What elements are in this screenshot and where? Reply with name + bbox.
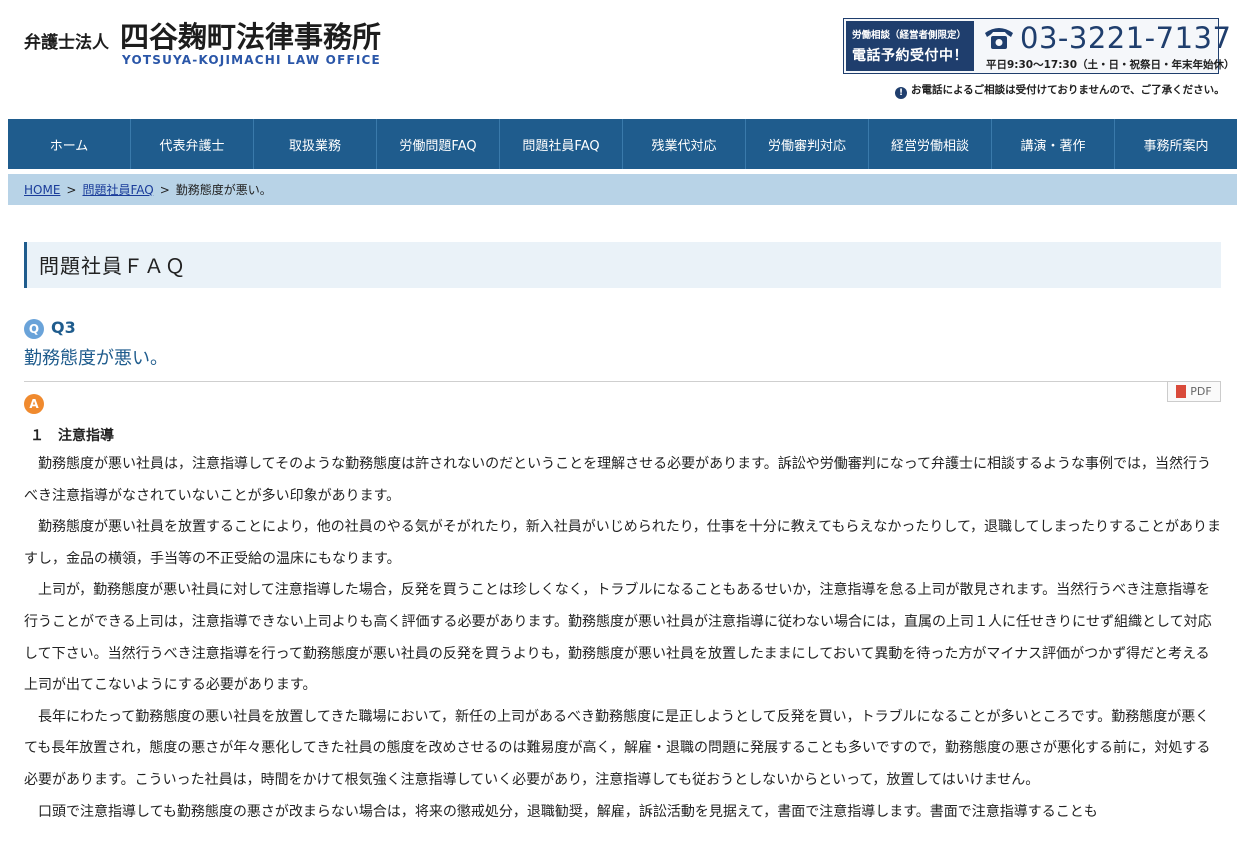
nav-item-representative[interactable]: 代表弁護士 (131, 119, 254, 169)
phone-badge-line1: 労働相談（経営者側限定） (852, 30, 967, 41)
phone-number[interactable]: 03-3221-7137 (1020, 21, 1231, 55)
answer-heading: １ 注意指導 (30, 428, 114, 444)
phone-hours: 平日9:30〜17:30（土・日・祝祭日・年末年始休） (986, 59, 1235, 71)
nav-item-labor-tribunal[interactable]: 労働審判対応 (746, 119, 869, 169)
main-nav: ホーム 代表弁護士 取扱業務 労働問題FAQ 問題社員FAQ 残業代対応 労働審… (8, 119, 1237, 169)
answer-body: 勤務態度が悪い社員は，注意指導してそのような勤務態度は許されないのだということを… (24, 449, 1221, 828)
answer-paragraph: 長年にわたって勤務態度の悪い社員を放置してきた職場において，新任の上司があるべき… (24, 708, 1211, 788)
phone-reservation-banner: 労働相談（経営者側限定） 電話予約受付中！ 03-3221-7137 平日9:3… (843, 18, 1235, 74)
pdf-icon (1176, 385, 1187, 398)
nav-item-management-consulting[interactable]: 経営労働相談 (869, 119, 992, 169)
section-title-text: 問題社員ＦＡＱ (39, 254, 186, 278)
answer-paragraph: 上司が，勤務態度が悪い社員に対して注意指導した場合，反発を買うことは珍しくなく，… (24, 582, 1212, 694)
nav-item-lectures[interactable]: 講演・著作 (992, 119, 1115, 169)
telephone-icon (985, 28, 1013, 49)
answer-icon: A (24, 394, 44, 414)
nav-item-overtime[interactable]: 残業代対応 (623, 119, 746, 169)
breadcrumb-separator: > (159, 182, 170, 197)
logo-prefix: 弁護士法人 (24, 33, 109, 53)
phone-note-text: お電話によるご相談は受付けておりませんので、ご了承ください。 (911, 84, 1225, 96)
breadcrumb-current: 勤務態度が悪い。 (175, 183, 272, 197)
exclamation-icon: ! (895, 87, 907, 99)
nav-item-services[interactable]: 取扱業務 (254, 119, 377, 169)
nav-item-labor-faq[interactable]: 労働問題FAQ (377, 119, 500, 169)
logo-main: 四谷麹町法律事務所 (120, 20, 382, 54)
answer-paragraph: 口頭で注意指導しても勤務態度の悪さが改まらない場合は，将来の懲戒処分，退職勧奨，… (38, 803, 1098, 820)
nav-item-problem-employee-faq[interactable]: 問題社員FAQ (500, 119, 623, 169)
breadcrumb-home[interactable]: HOME (24, 183, 60, 197)
answer-paragraph: 勤務態度が悪い社員は，注意指導してそのような勤務態度は許されないのだということを… (24, 456, 1212, 504)
nav-item-home[interactable]: ホーム (8, 119, 131, 169)
divider (24, 381, 1221, 382)
breadcrumb: HOME > 問題社員FAQ > 勤務態度が悪い。 (8, 174, 1237, 205)
answer-paragraph: 勤務態度が悪い社員を放置することにより，他の社員のやる気がそがれたり，新入社員が… (24, 519, 1221, 567)
phone-badge: 労働相談（経営者側限定） 電話予約受付中！ (846, 21, 974, 71)
breadcrumb-separator: > (66, 182, 77, 197)
question-icon: Q (24, 319, 44, 339)
logo-english: YOTSUYA-KOJIMACHI LAW OFFICE (122, 53, 381, 67)
site-header: 弁護士法人 四谷麹町法律事務所 YOTSUYA-KOJIMACHI LAW OF… (0, 0, 1245, 119)
nav-item-office[interactable]: 事務所案内 (1115, 119, 1237, 169)
breadcrumb-category[interactable]: 問題社員FAQ (82, 181, 153, 198)
pdf-label: PDF (1190, 385, 1212, 398)
section-title: 問題社員ＦＡＱ (24, 242, 1221, 288)
phone-note: ! お電話によるご相談は受付けておりませんので、ご了承ください。 (895, 82, 1225, 99)
pdf-download-button[interactable]: PDF (1167, 381, 1221, 402)
phone-badge-line2: 電話予約受付中！ (852, 48, 968, 64)
question-number: Q3 (51, 318, 76, 337)
question-text: 勤務態度が悪い。 (24, 348, 168, 369)
